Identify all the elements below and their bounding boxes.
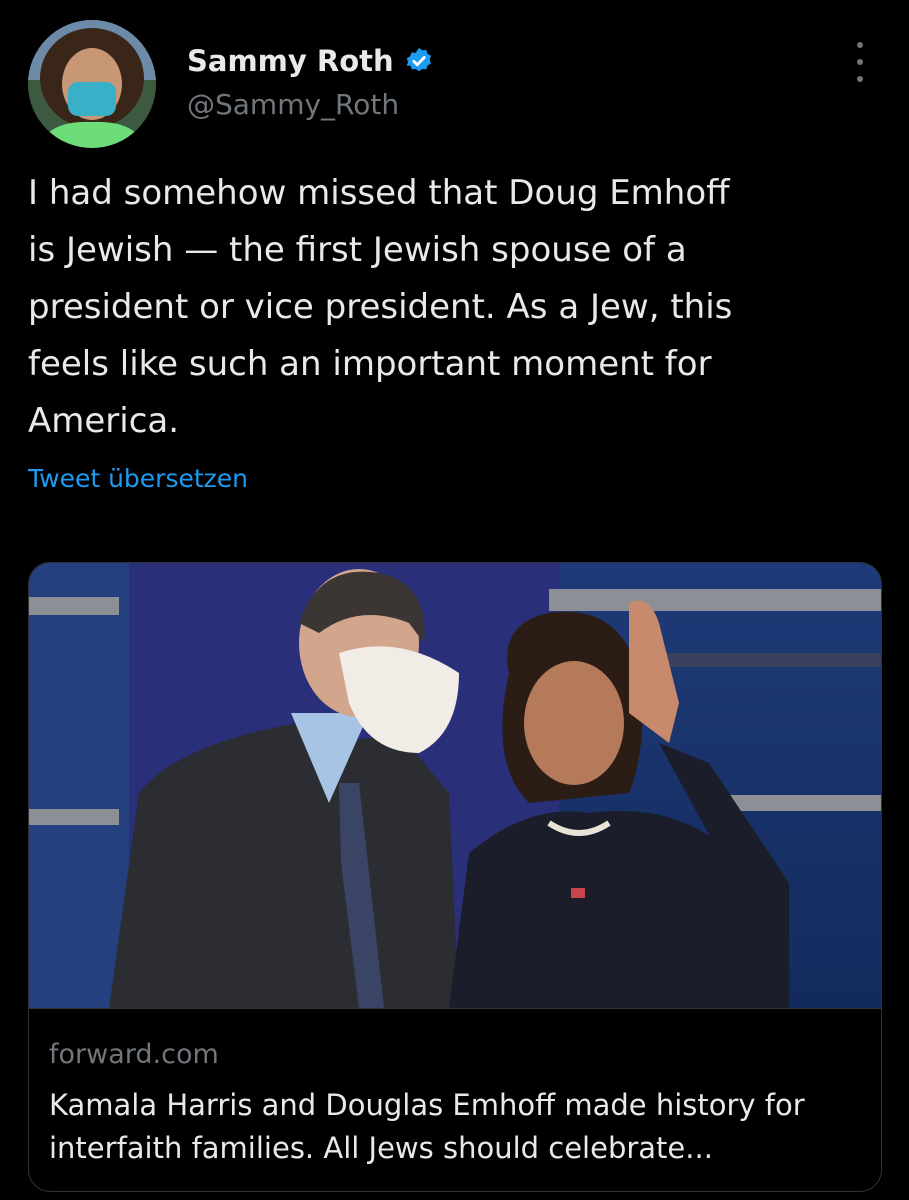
link-preview-image (29, 563, 881, 1008)
more-options-icon[interactable] (848, 42, 872, 82)
dot (857, 59, 863, 65)
dot (857, 42, 863, 48)
dot (857, 76, 863, 82)
link-preview-meta: forward.com Kamala Harris and Douglas Em… (29, 1008, 881, 1191)
verified-badge-icon (406, 47, 431, 72)
translate-tweet-link[interactable]: Tweet übersetzen (28, 464, 248, 493)
author-name-row: Sammy Roth (187, 44, 434, 78)
link-title: Kamala Harris and Douglas Emhoff made hi… (49, 1088, 805, 1165)
avatar-image (28, 20, 156, 148)
author-display-name[interactable]: Sammy Roth (187, 44, 394, 78)
link-domain: forward.com (49, 1039, 219, 1070)
avatar[interactable] (28, 20, 156, 148)
author-handle[interactable]: @Sammy_Roth (187, 88, 399, 121)
tweet-text: I had somehow missed that Doug Emhoff is… (28, 173, 733, 441)
photo-image (29, 563, 881, 1008)
link-preview-card[interactable]: forward.com Kamala Harris and Douglas Em… (28, 562, 882, 1192)
